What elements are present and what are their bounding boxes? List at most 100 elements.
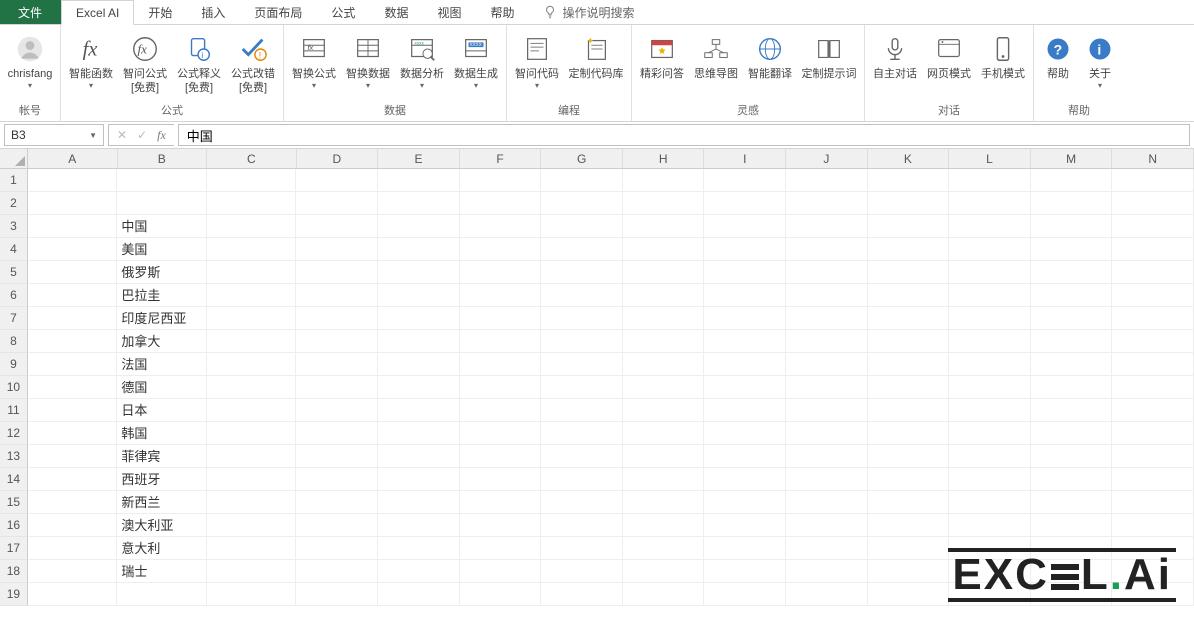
cell[interactable] xyxy=(1031,422,1113,445)
cell[interactable] xyxy=(1031,192,1113,215)
smart-function-button[interactable]: fx 智能函数 ▾ xyxy=(65,31,117,92)
cell[interactable] xyxy=(1112,491,1194,514)
cell[interactable] xyxy=(207,560,297,583)
cell[interactable] xyxy=(786,514,868,537)
cell[interactable] xyxy=(296,468,378,491)
cell[interactable] xyxy=(460,376,542,399)
cell[interactable] xyxy=(207,261,297,284)
cell[interactable] xyxy=(460,215,542,238)
confirm-icon[interactable]: ✓ xyxy=(137,128,147,142)
cell[interactable] xyxy=(296,261,378,284)
cell[interactable] xyxy=(296,284,378,307)
cell[interactable] xyxy=(786,468,868,491)
cell[interactable]: 加拿大 xyxy=(117,330,207,353)
cell[interactable]: 法国 xyxy=(117,353,207,376)
cell[interactable] xyxy=(460,238,542,261)
cell[interactable] xyxy=(378,445,460,468)
qa-button[interactable]: 精彩问答 xyxy=(636,31,688,83)
cell[interactable] xyxy=(786,215,868,238)
cell[interactable] xyxy=(949,491,1031,514)
cell[interactable] xyxy=(296,330,378,353)
cell[interactable] xyxy=(623,284,705,307)
cell[interactable] xyxy=(28,238,118,261)
cell[interactable] xyxy=(786,422,868,445)
cell[interactable] xyxy=(460,261,542,284)
cell[interactable]: 澳大利亚 xyxy=(117,514,207,537)
column-header[interactable]: K xyxy=(868,149,950,168)
cell[interactable] xyxy=(786,307,868,330)
row-header[interactable]: 3 xyxy=(0,215,28,238)
tab-excel-ai[interactable]: Excel AI xyxy=(61,0,134,25)
cell[interactable] xyxy=(378,468,460,491)
cell[interactable] xyxy=(1112,445,1194,468)
cell[interactable] xyxy=(623,192,705,215)
tab-view[interactable]: 视图 xyxy=(423,0,476,24)
cell[interactable] xyxy=(949,376,1031,399)
cell[interactable] xyxy=(28,491,118,514)
cancel-icon[interactable]: ✕ xyxy=(117,128,127,142)
cell[interactable] xyxy=(1112,261,1194,284)
cell[interactable] xyxy=(1031,376,1113,399)
cell[interactable] xyxy=(28,353,118,376)
cell[interactable]: 瑞士 xyxy=(117,560,207,583)
cell[interactable] xyxy=(868,284,950,307)
cell[interactable] xyxy=(949,445,1031,468)
cell[interactable] xyxy=(117,583,207,606)
cell[interactable] xyxy=(28,422,118,445)
cell[interactable] xyxy=(868,330,950,353)
cell[interactable] xyxy=(378,376,460,399)
cell[interactable] xyxy=(704,238,786,261)
cell[interactable] xyxy=(786,560,868,583)
cell[interactable]: 印度尼西亚 xyxy=(117,307,207,330)
cell[interactable] xyxy=(1112,215,1194,238)
cell[interactable] xyxy=(378,491,460,514)
cell[interactable] xyxy=(623,491,705,514)
cell[interactable] xyxy=(1031,445,1113,468)
cell[interactable] xyxy=(296,491,378,514)
cell[interactable] xyxy=(786,445,868,468)
explain-formula-button[interactable]: i 公式释义 [免费] xyxy=(173,31,225,98)
cell[interactable] xyxy=(786,169,868,192)
swap-data-button[interactable]: 智换数据 ▾ xyxy=(342,31,394,92)
cell[interactable] xyxy=(704,376,786,399)
cell[interactable] xyxy=(1112,399,1194,422)
cell[interactable] xyxy=(868,261,950,284)
cell[interactable] xyxy=(1031,330,1113,353)
cell[interactable] xyxy=(460,330,542,353)
cell[interactable] xyxy=(1031,353,1113,376)
cell[interactable]: 巴拉圭 xyxy=(117,284,207,307)
cell[interactable] xyxy=(296,514,378,537)
cell[interactable] xyxy=(868,468,950,491)
cell[interactable] xyxy=(949,261,1031,284)
cell[interactable] xyxy=(296,192,378,215)
cell[interactable] xyxy=(1031,215,1113,238)
cell[interactable] xyxy=(207,376,297,399)
cell[interactable] xyxy=(623,583,705,606)
cell[interactable] xyxy=(296,238,378,261)
cell[interactable] xyxy=(460,192,542,215)
cell[interactable] xyxy=(541,514,623,537)
column-header[interactable]: E xyxy=(378,149,460,168)
cell[interactable] xyxy=(28,215,118,238)
cell[interactable] xyxy=(786,330,868,353)
cell[interactable] xyxy=(704,560,786,583)
row-header[interactable]: 12 xyxy=(0,422,28,445)
cell[interactable] xyxy=(378,215,460,238)
row-header[interactable]: 13 xyxy=(0,445,28,468)
tab-home[interactable]: 开始 xyxy=(134,0,187,24)
cell[interactable] xyxy=(207,284,297,307)
column-header[interactable]: A xyxy=(28,149,118,168)
cell[interactable] xyxy=(868,583,950,606)
row-header[interactable]: 6 xyxy=(0,284,28,307)
cell[interactable] xyxy=(460,514,542,537)
cell[interactable] xyxy=(704,422,786,445)
cell[interactable] xyxy=(541,376,623,399)
cell[interactable] xyxy=(868,537,950,560)
cell[interactable] xyxy=(378,399,460,422)
cell[interactable] xyxy=(623,215,705,238)
cell[interactable] xyxy=(378,537,460,560)
cell[interactable]: 美国 xyxy=(117,238,207,261)
cell[interactable] xyxy=(541,261,623,284)
cell[interactable] xyxy=(949,307,1031,330)
cell[interactable] xyxy=(623,261,705,284)
